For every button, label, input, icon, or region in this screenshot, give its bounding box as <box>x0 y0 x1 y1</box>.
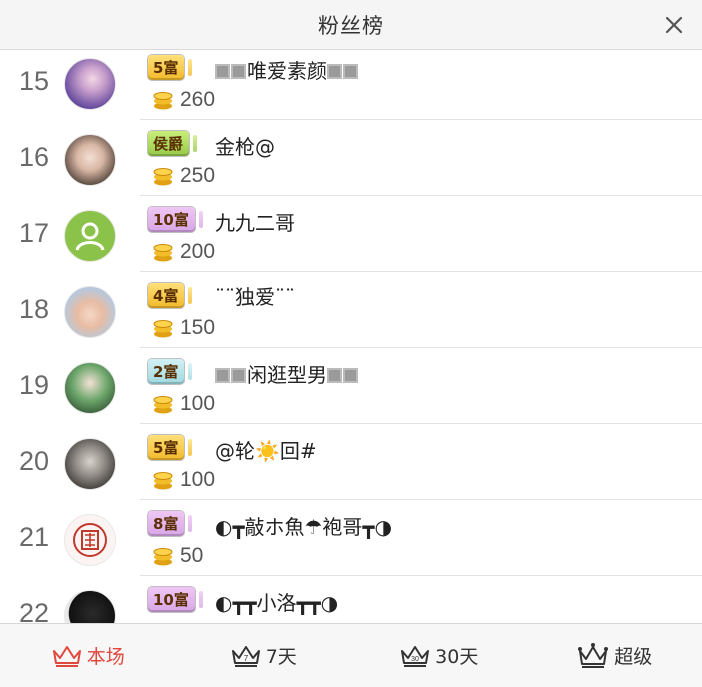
level-badge: 5富 <box>148 55 193 80</box>
svg-text:30: 30 <box>411 656 419 663</box>
svg-text:7: 7 <box>243 654 248 663</box>
coin-stack-icon <box>153 320 173 338</box>
avatar[interactable] <box>64 438 116 490</box>
avatar[interactable] <box>64 286 116 338</box>
avatar[interactable] <box>64 58 116 110</box>
coin-stack-icon <box>153 472 173 490</box>
rank-number: 18 <box>18 294 50 324</box>
user-name: ◐┳敲ホ魚☂袍哥┳◑ <box>215 515 392 539</box>
fan-list[interactable]: 15 5富 唯爱素颜 260 16 侯爵 金枪@ 250 17 10富 九九二哥… <box>0 50 702 623</box>
list-item[interactable]: 22 10富 ◐┳┳小洛┳┳◑ <box>0 576 702 623</box>
crown-icon: 30 <box>401 645 430 667</box>
list-item[interactable]: 15 5富 唯爱素颜 260 <box>0 50 702 120</box>
level-badge: 侯爵 <box>148 131 198 156</box>
level-badge: 4富 <box>148 283 193 308</box>
tab-super[interactable]: 超级 <box>527 624 702 687</box>
avatar[interactable] <box>64 362 116 414</box>
header: 粉丝榜 <box>0 0 702 50</box>
coin-amount: 250 <box>152 164 215 188</box>
avatar[interactable] <box>64 590 116 623</box>
list-item[interactable]: 18 4富 ¨¨独爱¨¨ 150 <box>0 272 702 348</box>
list-item[interactable]: 17 10富 九九二哥 200 <box>0 196 702 272</box>
tab-label: 7天 <box>265 646 297 668</box>
rank-number: 16 <box>18 142 50 172</box>
list-item[interactable]: 20 5富 @轮☀️回# 100 <box>0 424 702 500</box>
coin-stack-icon <box>153 396 173 414</box>
rank-number: 22 <box>18 598 50 623</box>
coin-amount: 260 <box>152 88 215 112</box>
rank-number: 21 <box>18 522 50 552</box>
crown-icon <box>52 645 81 667</box>
coin-amount: 150 <box>152 316 215 340</box>
coin-stack-icon <box>153 548 173 566</box>
level-badge: 8富 <box>148 511 193 536</box>
list-item[interactable]: 16 侯爵 金枪@ 250 <box>0 120 702 196</box>
level-badge: 10富 <box>148 587 203 612</box>
rank-number: 17 <box>18 218 50 248</box>
tab-current-session[interactable]: 本场 <box>0 624 176 687</box>
coin-stack-icon <box>153 92 173 110</box>
tab-bar: 本场 7 7天 30 30天 超级 <box>0 623 702 687</box>
level-badge: 10富 <box>148 207 203 232</box>
avatar[interactable] <box>64 134 116 186</box>
default-user-icon <box>75 222 105 251</box>
level-badge: 2富 <box>148 359 193 384</box>
crown-icon <box>578 642 609 668</box>
user-name: 九九二哥 <box>215 211 295 235</box>
tab-label: 30天 <box>435 646 479 668</box>
rank-number: 15 <box>18 66 50 96</box>
list-item[interactable]: 21 8富 ◐┳敲ホ魚☂袍哥┳◑ 50 <box>0 500 702 576</box>
list-item[interactable]: 19 2富 闲逛型男 100 <box>0 348 702 424</box>
coin-amount: 50 <box>152 544 203 568</box>
avatar[interactable] <box>64 210 116 262</box>
coin-amount: 200 <box>152 240 215 264</box>
rank-number: 19 <box>18 370 50 400</box>
coin-stack-icon <box>153 244 173 262</box>
close-button[interactable] <box>660 11 688 39</box>
user-name: @轮☀️回# <box>215 439 317 463</box>
tab-label: 本场 <box>86 646 125 668</box>
page-title: 粉丝榜 <box>318 13 384 38</box>
level-badge: 5富 <box>148 435 193 460</box>
coin-amount: 100 <box>152 468 215 492</box>
user-name: 闲逛型男 <box>215 359 359 388</box>
coin-amount: 100 <box>152 392 215 416</box>
user-name: ¨¨独爱¨¨ <box>215 285 295 309</box>
avatar[interactable] <box>64 514 116 566</box>
crown-icon: 7 <box>231 645 260 667</box>
tab-30-days[interactable]: 30 30天 <box>351 624 527 687</box>
rank-number: 20 <box>18 446 50 476</box>
tab-7-days[interactable]: 7 7天 <box>176 624 352 687</box>
seal-stamp-icon <box>73 523 107 557</box>
user-name: 金枪@ <box>215 135 275 159</box>
tab-label: 超级 <box>614 646 653 668</box>
coin-stack-icon <box>153 168 173 186</box>
user-name: 唯爱素颜 <box>215 55 359 84</box>
close-icon <box>665 16 683 34</box>
user-name: ◐┳┳小洛┳┳◑ <box>215 591 339 615</box>
